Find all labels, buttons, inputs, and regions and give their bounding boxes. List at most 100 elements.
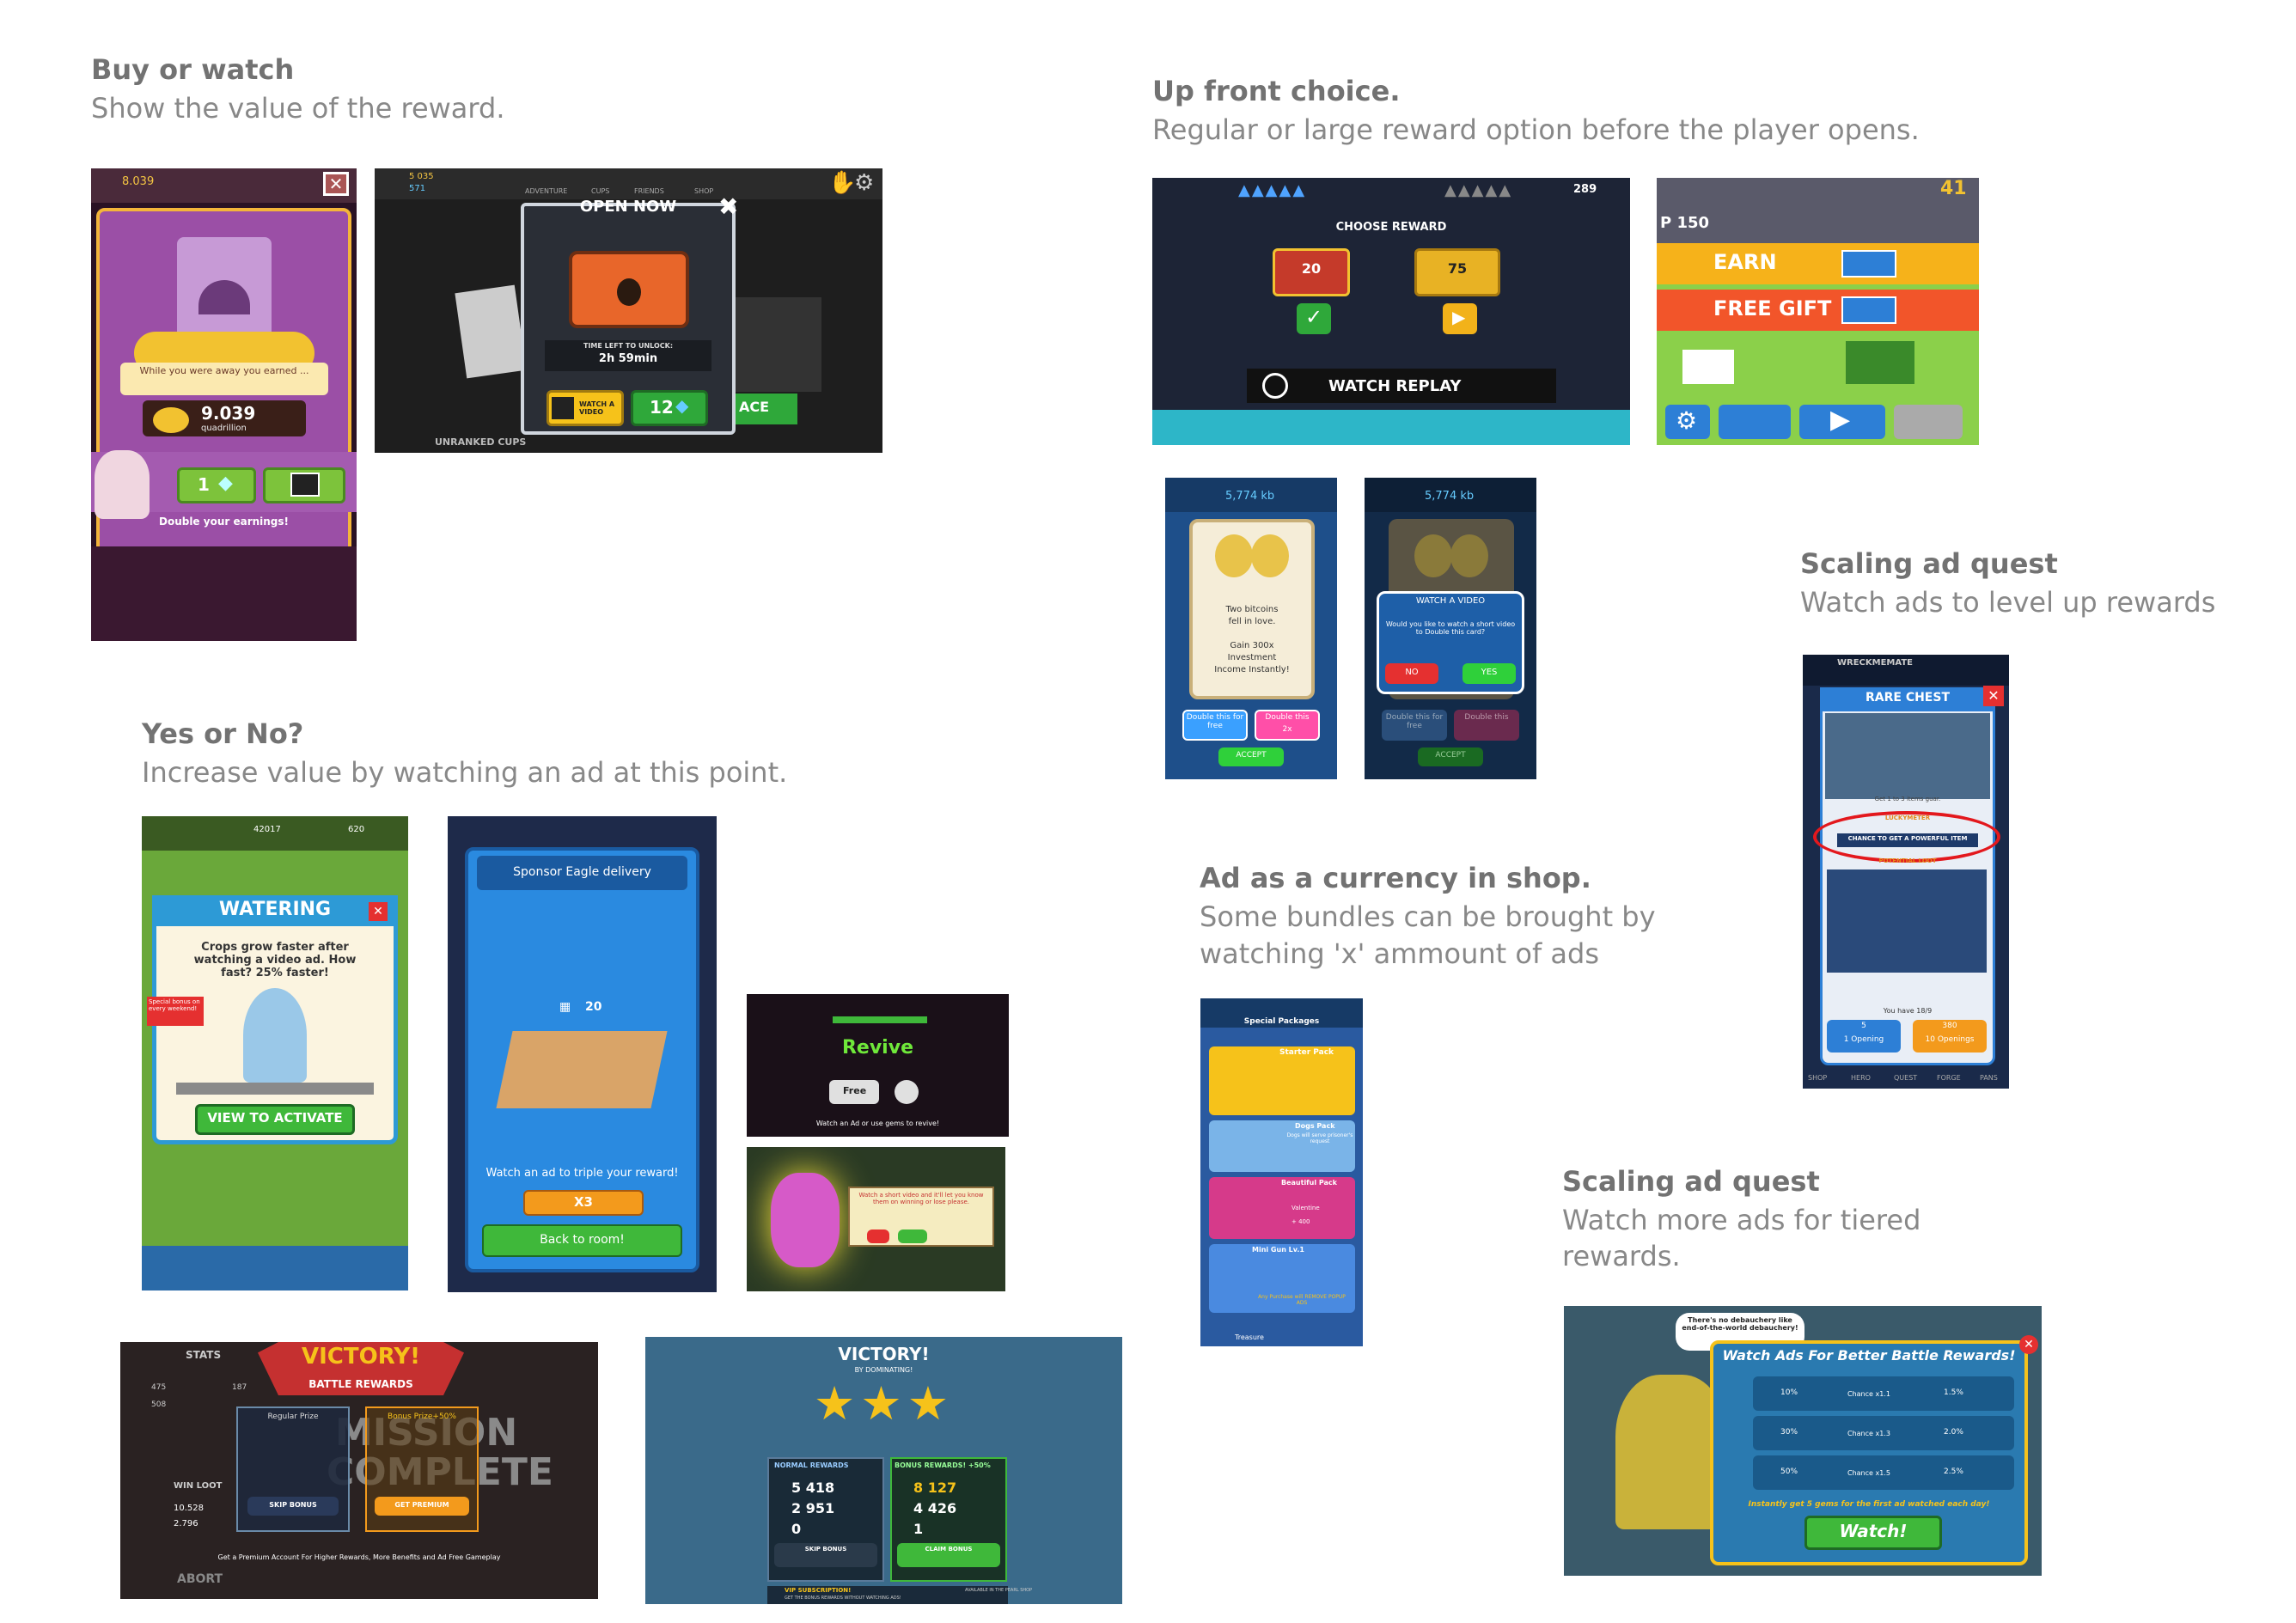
coin-left-icon xyxy=(1215,534,1253,577)
desc-scaling-1: Watch ads to level up rewards xyxy=(1800,586,2216,619)
dialog-title: WATERING xyxy=(218,899,332,920)
one-opening-count: 5 xyxy=(1861,1022,1866,1030)
line-4: Investment xyxy=(1227,653,1277,662)
tab-shop[interactable]: SHOP xyxy=(1808,1074,1827,1082)
leaderboard-button[interactable] xyxy=(1894,405,1963,439)
health-bar xyxy=(833,1016,927,1023)
bonus-3: 1 xyxy=(913,1521,924,1537)
close-icon[interactable]: ✕ xyxy=(1983,686,2004,706)
screenshot-revive: Revive Free Watch an Ad or use gems to r… xyxy=(747,994,1009,1137)
free-label: Free xyxy=(843,1085,867,1096)
video-icon xyxy=(1841,250,1896,278)
screenshot-chest-open: 5 035 571 ADVENTURE CUPS FRIENDS SHOP ✋ … xyxy=(375,168,882,453)
stars-left: ▲▲▲▲▲ xyxy=(1238,181,1307,199)
gem-icon: ◆ xyxy=(218,473,233,494)
tree-icon xyxy=(1846,341,1914,384)
bonus-tag-text: Special bonus on every weekend! xyxy=(149,998,200,1012)
score: P 150 xyxy=(1660,214,1710,232)
timer-value: 2h 59min xyxy=(598,352,658,365)
no-button[interactable] xyxy=(867,1229,889,1243)
banner-text: While you were away you earned ... xyxy=(139,365,309,376)
line-3: Gain 300x xyxy=(1230,641,1274,650)
dogs-pack-title: Dogs Pack xyxy=(1295,1122,1335,1130)
bonus-1: 8 127 xyxy=(913,1480,957,1496)
gear-icon[interactable]: ⚙ xyxy=(854,170,874,196)
normal-2: 2 951 xyxy=(791,1500,835,1516)
dialog-title: CHOOSE REWARD xyxy=(1335,221,1447,234)
one-opening-label: 1 Opening xyxy=(1843,1035,1884,1044)
close-icon[interactable]: ✕ xyxy=(369,902,388,921)
coins: 5 035 xyxy=(409,172,434,181)
screenshot-monster-ad: Watch a short video and it'll let you kn… xyxy=(747,1147,1005,1291)
stat-3: 187 xyxy=(232,1383,247,1392)
video-icon xyxy=(290,473,320,497)
screenshot-watering: 42017 620 WATERING ✕ Crops grow faster a… xyxy=(142,816,408,1290)
double-paid-label: Double this xyxy=(1265,713,1310,722)
tier-1-rate: 1.5% xyxy=(1944,1388,1963,1397)
lock-icon xyxy=(617,278,641,306)
mini-gun-desc: Any Purchase will REMOVE POPUP ADS xyxy=(1258,1294,1346,1306)
road xyxy=(1657,178,1979,247)
tier-2-rate: 2.0% xyxy=(1944,1428,1963,1437)
coin-left-icon xyxy=(1414,534,1452,577)
vip-label: VIP SUBSCRIPTION! xyxy=(785,1587,852,1594)
potential-loot: POTENTIAL LOOT xyxy=(1878,857,1937,864)
desc-buy-or-watch: Show the value of the reward. xyxy=(91,92,505,125)
stat-1: 475 xyxy=(151,1383,167,1392)
dialog-title: Watch Ads For Better Battle Rewards! xyxy=(1722,1347,2016,1364)
tier-2-pct: 30% xyxy=(1780,1428,1798,1437)
starter-pack-title: Starter Pack xyxy=(1279,1048,1334,1057)
screenshot-rare-chest: WRECKMEMATE RARE CHEST ✕ Get 1 to 3 item… xyxy=(1803,655,2009,1089)
top-bar xyxy=(375,168,882,199)
earn-bar[interactable] xyxy=(1657,243,1979,284)
tab-adventure[interactable]: ADVENTURE xyxy=(525,187,567,195)
line-1: Two bitcoins xyxy=(1225,605,1279,614)
get-premium-label: GET PREMIUM xyxy=(394,1501,449,1509)
close-icon[interactable]: ✕ xyxy=(323,172,349,196)
dialog-title: OPEN NOW xyxy=(579,198,677,216)
victory-title: VICTORY! xyxy=(302,1344,420,1370)
tab-cups[interactable]: CUPS xyxy=(591,187,609,195)
tab-forge[interactable]: FORGE xyxy=(1937,1074,1961,1082)
gem-button[interactable] xyxy=(895,1080,919,1104)
top-value: 8.039 xyxy=(122,175,155,188)
gems: 571 xyxy=(409,184,426,193)
win-loot-2: 2.796 xyxy=(174,1519,198,1528)
close-icon[interactable]: ✕ xyxy=(2019,1335,2038,1354)
gems-cost: 12 xyxy=(650,397,674,418)
tier-2-chance: Chance x1.3 xyxy=(1847,1430,1890,1437)
stats-label: STATS xyxy=(186,1349,222,1361)
victory-sub: BY DOMINATING! xyxy=(854,1366,913,1374)
screenshot-bitcoin-watch: 5,774 kb WATCH A VIDEO Would you like to… xyxy=(1365,478,1536,779)
tab-pans[interactable]: PANS xyxy=(1980,1074,1998,1082)
box-icon xyxy=(496,1031,668,1108)
card-left xyxy=(455,284,527,379)
play-icon: ▶ xyxy=(1830,405,1851,435)
thumb-icon[interactable]: ✋ xyxy=(828,170,856,196)
star-icons: ★★★ xyxy=(813,1376,955,1431)
share-button[interactable] xyxy=(1719,405,1791,439)
line-5: Income Instantly! xyxy=(1214,665,1290,674)
floor xyxy=(1152,410,1630,445)
ten-openings-cost: 380 xyxy=(1942,1022,1957,1030)
abort-label[interactable]: ABORT xyxy=(177,1572,223,1586)
tab-friends[interactable]: FRIENDS xyxy=(634,187,664,195)
tab-shop[interactable]: SHOP xyxy=(694,187,713,195)
value: 5,774 kb xyxy=(1225,490,1275,503)
close-icon[interactable]: ✖ xyxy=(718,192,738,221)
beautiful-pack-desc: Valentine xyxy=(1292,1205,1320,1211)
bottom-area xyxy=(91,546,357,641)
tab-hero[interactable]: HERO xyxy=(1851,1074,1871,1082)
coin-right-icon xyxy=(1251,534,1289,577)
tab-quest[interactable]: QUEST xyxy=(1894,1074,1917,1082)
footer-label: Treasure xyxy=(1235,1333,1264,1341)
check-icon: ✓ xyxy=(1305,305,1323,329)
win-loot-1: 10.528 xyxy=(174,1504,204,1513)
gem-buy-button[interactable] xyxy=(177,467,256,503)
starter-pack[interactable] xyxy=(1209,1046,1355,1115)
bonus-prize-label: Bonus Prize+50% xyxy=(388,1412,456,1421)
watch-button[interactable] xyxy=(898,1229,927,1243)
claim-bonus-label: CLAIM BONUS xyxy=(925,1546,973,1553)
watch-label: WATCH A VIDEO xyxy=(579,400,615,416)
stars-right: ▲▲▲▲▲ xyxy=(1444,181,1513,199)
